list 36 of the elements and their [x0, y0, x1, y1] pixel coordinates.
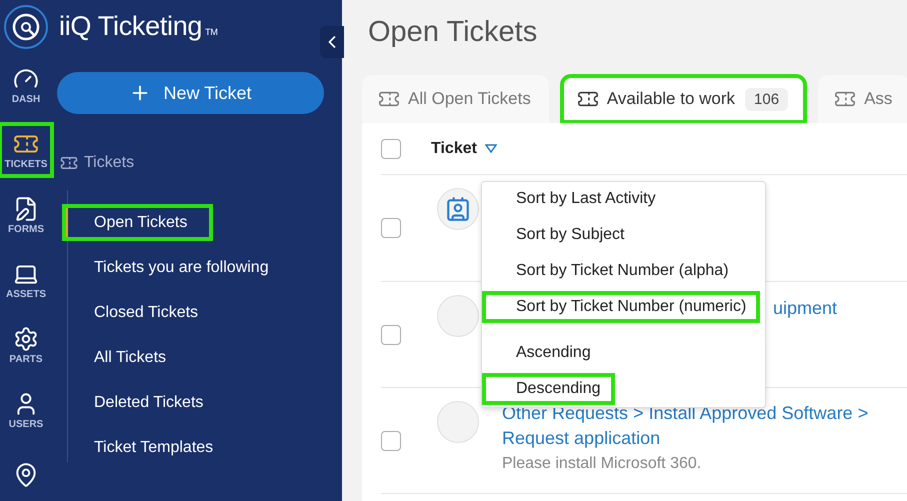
checkbox[interactable] — [381, 218, 401, 238]
contact-card-icon — [445, 196, 471, 222]
logo-icon — [3, 4, 49, 50]
tab[interactable]: Available to work 106 — [560, 75, 806, 123]
checkbox[interactable] — [381, 138, 401, 158]
collapse-button[interactable] — [320, 26, 344, 58]
rail-item[interactable]: TICKETS — [0, 124, 52, 176]
nav-item[interactable]: Tickets you are following — [67, 253, 291, 282]
rail-item[interactable]: USERS — [0, 384, 52, 436]
caret-down-icon[interactable] — [484, 144, 497, 153]
rail-item[interactable]: ASSETS — [0, 254, 52, 306]
checkbox[interactable] — [381, 324, 401, 344]
nav-item[interactable]: Ticket Templates — [67, 433, 236, 462]
new-ticket-button[interactable]: New Ticket — [57, 72, 324, 114]
ticket-link[interactable]: uipment — [773, 296, 907, 321]
count-badge: 106 — [745, 88, 788, 110]
menu-item[interactable]: Sort by Ticket Number (numeric) — [482, 291, 760, 323]
rail-item[interactable]: PARTS — [0, 319, 52, 371]
tab[interactable]: All Open Tickets — [362, 75, 549, 123]
menu-item[interactable]: Descending — [482, 373, 614, 405]
nav-item[interactable]: All Tickets — [67, 343, 188, 372]
column-header[interactable]: Ticket — [431, 140, 477, 158]
tab[interactable]: Ass — [818, 75, 907, 123]
rail-item[interactable]: FORMS — [0, 189, 52, 241]
avatar — [437, 401, 479, 443]
gear-icon — [13, 326, 39, 352]
avatar — [437, 295, 479, 337]
page-title: Open Tickets — [368, 16, 538, 49]
app-name: iiQ Ticketing TM — [59, 11, 218, 42]
rail-item[interactable]: DASH — [0, 59, 52, 111]
ticket-icon — [60, 154, 78, 172]
nav-item[interactable]: Closed Tickets — [67, 298, 220, 327]
nav-item[interactable]: Deleted Tickets — [67, 388, 226, 417]
checkbox[interactable] — [381, 430, 401, 450]
nav-header: Tickets — [84, 154, 134, 172]
ticket-description: Please install Microsoft 360. — [502, 454, 702, 474]
